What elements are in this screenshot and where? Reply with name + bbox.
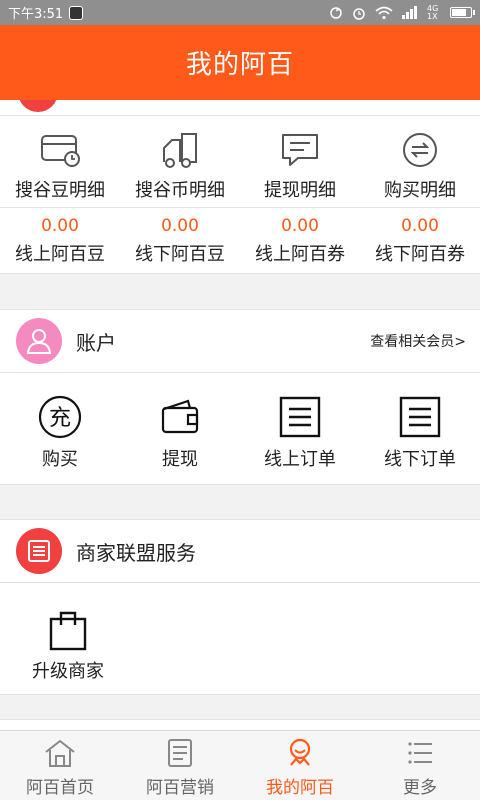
balance-offline-beans[interactable]: 0.00 线下阿百豆 <box>120 208 240 273</box>
tab-my-abai[interactable]: 我的阿百 <box>240 731 360 800</box>
signal-icon <box>402 6 417 19</box>
status-bar: 下午3:51 4G 1X <box>0 0 480 25</box>
balance-value: 0.00 <box>281 215 319 236</box>
detail-label: 提现明细 <box>264 180 336 201</box>
detail-label: 搜谷币明细 <box>135 180 225 201</box>
detail-item-purchase[interactable]: 购买明细 <box>360 116 480 207</box>
account-actions-row: 充 购买 提现 线上订单 线下订单 <box>0 373 480 485</box>
detail-item-sougudou[interactable]: 搜谷豆明细 <box>0 116 120 207</box>
balance-label: 线上阿百券 <box>255 243 345 265</box>
tab-label: 阿百首页 <box>26 778 94 798</box>
profile-card-remnant <box>0 100 480 116</box>
tab-label: 阿百营销 <box>146 778 214 798</box>
balance-online-beans[interactable]: 0.00 线上阿百豆 <box>0 208 120 273</box>
balance-value: 0.00 <box>401 215 439 236</box>
balance-offline-coupons[interactable]: 0.00 线下阿百券 <box>360 208 480 273</box>
recharge-glyph: 充 <box>49 406 71 431</box>
shopping-bag-icon <box>49 611 87 651</box>
account-section-header: 账户 查看相关会员> <box>0 309 480 373</box>
action-label: 提现 <box>162 449 198 470</box>
tab-marketing[interactable]: 阿百营销 <box>120 731 240 800</box>
view-members-link[interactable]: 查看相关会员> <box>370 331 466 351</box>
profile-icon <box>289 738 311 766</box>
order-list-icon <box>279 396 321 438</box>
wallet-icon <box>161 399 199 434</box>
card-clock-icon <box>41 135 80 167</box>
details-row: 搜谷豆明细 搜谷币明细 提现明细 购买明细 <box>0 116 480 208</box>
detail-label: 搜谷豆明细 <box>15 180 105 201</box>
sync-icon <box>330 6 342 19</box>
list-icon <box>16 528 62 574</box>
balance-label: 线下阿百券 <box>375 243 465 265</box>
balance-value: 0.00 <box>161 215 199 236</box>
tab-bar: 阿百首页 阿百营销 我的阿百 更多 <box>0 730 480 800</box>
balances-row: 0.00 线上阿百豆 0.00 线下阿百豆 0.00 线上阿百券 0.00 线下… <box>0 208 480 274</box>
purchase-button[interactable]: 充 购买 <box>0 373 120 484</box>
balance-online-coupons[interactable]: 0.00 线上阿百券 <box>240 208 360 273</box>
balance-label: 线下阿百豆 <box>135 243 225 265</box>
tab-more[interactable]: 更多 <box>360 731 480 800</box>
tab-label: 我的阿百 <box>266 778 334 798</box>
page: 下午3:51 4G 1X 我的阿百 搜谷豆明细 搜谷币明细 提现明细 购买明细 … <box>0 0 480 800</box>
network-type: 4G 1X <box>427 3 439 21</box>
detail-item-withdraw[interactable]: 提现明细 <box>240 116 360 207</box>
balance-value: 0.00 <box>41 215 79 236</box>
upgrade-merchant-button[interactable]: 升级商家 <box>16 583 120 694</box>
detail-item-sougubi[interactable]: 搜谷币明细 <box>120 116 240 207</box>
truck-icon <box>163 133 197 168</box>
action-label: 升级商家 <box>32 661 104 682</box>
merchant-title: 商家联盟服务 <box>76 540 196 565</box>
action-label: 线上订单 <box>264 449 336 470</box>
detail-label: 购买明细 <box>384 180 456 201</box>
merchant-actions-row: 升级商家 <box>0 583 480 695</box>
scroll-content[interactable]: 搜谷豆明细 搜谷币明细 提现明细 购买明细 0.00 线上阿百豆 0.00 线下… <box>0 100 480 730</box>
page-title: 我的阿百 <box>185 50 294 80</box>
offline-orders-button[interactable]: 线下订单 <box>360 373 480 484</box>
app-header: 我的阿百 <box>0 25 480 100</box>
more-icon <box>408 742 432 764</box>
order-list-icon <box>399 396 441 438</box>
user-icon <box>16 318 62 364</box>
account-title: 账户 <box>76 330 116 355</box>
battery-icon <box>450 7 475 18</box>
online-orders-button[interactable]: 线上订单 <box>240 373 360 484</box>
next-section-header-partial <box>0 719 480 730</box>
exchange-icon <box>403 133 437 167</box>
status-time: 下午3:51 <box>8 7 64 22</box>
balance-label: 线上阿百豆 <box>15 243 105 265</box>
tab-label: 更多 <box>403 778 437 798</box>
section-gap <box>0 695 480 719</box>
section-gap <box>0 274 480 309</box>
avatar <box>18 100 58 112</box>
merchant-section-header: 商家联盟服务 <box>0 519 480 583</box>
section-gap <box>0 485 480 519</box>
message-icon <box>282 134 318 166</box>
app-notification-icon <box>69 5 84 20</box>
action-label: 线下订单 <box>384 449 456 470</box>
home-icon <box>45 739 75 767</box>
recharge-icon: 充 <box>38 395 82 439</box>
wifi-icon <box>375 6 393 19</box>
marketing-icon <box>168 739 192 767</box>
withdraw-button[interactable]: 提现 <box>120 373 240 484</box>
tab-home[interactable]: 阿百首页 <box>0 731 120 800</box>
action-label: 购买 <box>42 449 78 470</box>
alarm-icon <box>353 7 365 20</box>
